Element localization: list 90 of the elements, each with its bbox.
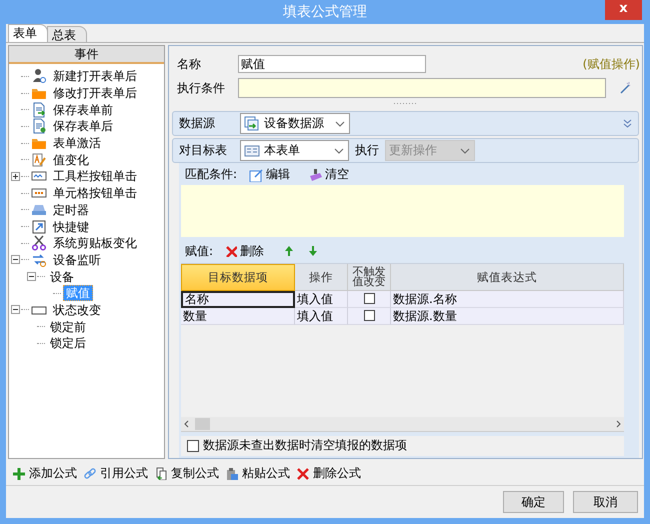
checkbox[interactable] <box>187 440 199 452</box>
tree-item[interactable]: 保存表单后 <box>50 118 116 134</box>
tree-item[interactable]: 工具栏按钮单击 <box>50 168 140 184</box>
type-hint: (赋值操作) <box>582 56 640 72</box>
sync-icon <box>31 252 47 268</box>
scrollbar-thumb[interactable] <box>195 418 210 430</box>
tree-item[interactable]: 锁定前 <box>47 318 89 335</box>
copy-formula-button[interactable]: 复制公式 <box>154 464 219 482</box>
link-formula-button[interactable]: 引用公式 <box>83 464 148 482</box>
field-label: 匹配条件: <box>185 166 238 183</box>
tree-item[interactable]: 系统剪贴板变化 <box>50 235 140 252</box>
expand-toggle[interactable] <box>27 272 36 282</box>
paste-formula-button[interactable]: 粘贴公式 <box>225 464 290 482</box>
clipboard-icon <box>225 466 238 480</box>
target-dropdown[interactable]: 本表单 <box>240 140 349 161</box>
document-icon <box>31 118 47 134</box>
table-cell[interactable]: 数量 <box>181 308 295 325</box>
column-header[interactable]: 操作 <box>295 264 348 291</box>
caret-icon[interactable] <box>334 148 344 154</box>
dialog-button[interactable]: 确定 <box>503 491 564 513</box>
checkbox-label: 数据源未查出数据时清空填报的数据项 <box>203 437 407 454</box>
checkbox[interactable] <box>364 310 374 322</box>
scroll-right-icon[interactable] <box>616 420 621 428</box>
field-label: 执行条件 <box>177 80 226 96</box>
table-cell: 数据源.数量 <box>391 308 624 325</box>
field-label: 对目标表 <box>179 142 228 159</box>
tree-item[interactable]: 新建打开表单后 <box>50 68 140 84</box>
document-arrow-icon <box>31 102 47 118</box>
shortcut-icon <box>31 218 47 235</box>
eraser-icon <box>308 168 322 182</box>
scroll-left-icon[interactable] <box>184 420 189 428</box>
tree-item[interactable]: 设备监听 <box>50 252 104 268</box>
edit-button[interactable]: 编辑 <box>249 166 296 183</box>
splitter-handle[interactable] <box>394 102 418 105</box>
wand-icon[interactable] <box>619 82 631 94</box>
pencil-document-icon <box>31 152 47 168</box>
column-header[interactable]: 目标数据项 <box>181 264 295 291</box>
tree-item[interactable]: 状态改变 <box>50 302 104 318</box>
delete-formula-button[interactable]: 删除公式 <box>296 464 361 482</box>
tree-item[interactable]: 锁定后 <box>47 335 89 352</box>
form-icon <box>244 142 260 158</box>
expand-toggle[interactable] <box>11 305 20 314</box>
scissors-icon <box>31 235 47 252</box>
table-cell[interactable]: 名称 <box>181 290 295 308</box>
caret-icon[interactable] <box>335 120 345 126</box>
tree-header: 事件 <box>9 46 164 64</box>
delete-icon <box>296 466 309 480</box>
checkbox[interactable] <box>364 293 374 304</box>
field-label: 数据源 <box>179 115 216 132</box>
user-icon <box>31 68 47 84</box>
tree-item[interactable]: 值变化 <box>50 152 92 168</box>
add-formula-button[interactable]: 添加公式 <box>12 464 77 482</box>
delete-button[interactable]: 删除 <box>225 242 270 260</box>
tree-item[interactable]: 定时器 <box>50 202 92 218</box>
expand-toggle[interactable] <box>11 172 20 181</box>
tree-item[interactable]: 快捷键 <box>50 218 92 235</box>
up-arrow-icon[interactable] <box>284 245 294 258</box>
expand-icon[interactable] <box>623 119 632 128</box>
plus-icon <box>12 466 25 480</box>
window-title: 填表公式管理 <box>283 3 367 21</box>
link-icon <box>83 466 96 480</box>
condition-field[interactable] <box>238 78 606 98</box>
horizontal-scrollbar[interactable] <box>181 417 624 432</box>
column-header[interactable]: 赋值表达式 <box>391 264 624 291</box>
table-cell: 填入值 <box>295 308 348 325</box>
column-header[interactable]: 不触发值改变 <box>348 264 391 291</box>
close-button[interactable]: x <box>605 0 642 20</box>
copy-icon <box>154 466 167 480</box>
table-cell: 填入值 <box>295 290 348 308</box>
expand-toggle[interactable] <box>11 255 20 264</box>
tab[interactable]: 表单 <box>8 24 48 42</box>
field-label: 赋值: <box>185 242 214 260</box>
tree-item[interactable]: 设备 <box>47 268 77 285</box>
datasource-dropdown[interactable]: 设备数据源 <box>240 113 350 134</box>
dialog-button[interactable]: 取消 <box>573 491 638 513</box>
database-icon <box>244 116 260 132</box>
tree-item[interactable]: 表单激活 <box>50 135 104 152</box>
tree-item[interactable]: 单元格按钮单击 <box>50 185 140 202</box>
delete-icon <box>225 245 238 258</box>
match-condition-field[interactable] <box>181 185 624 237</box>
edit-icon <box>249 168 264 182</box>
field-label: 名称 <box>177 56 202 72</box>
tree-item[interactable]: 修改打开表单后 <box>50 85 140 102</box>
name-field[interactable]: 赋值 <box>238 55 426 73</box>
down-arrow-icon[interactable] <box>308 245 318 258</box>
table-cell: 数据源.名称 <box>391 290 624 308</box>
tab[interactable]: 总表 <box>47 26 87 42</box>
tree-item[interactable]: 保存表单前 <box>50 102 116 118</box>
clear-button[interactable]: 清空 <box>308 166 356 183</box>
field-label: 执行 <box>355 142 379 159</box>
